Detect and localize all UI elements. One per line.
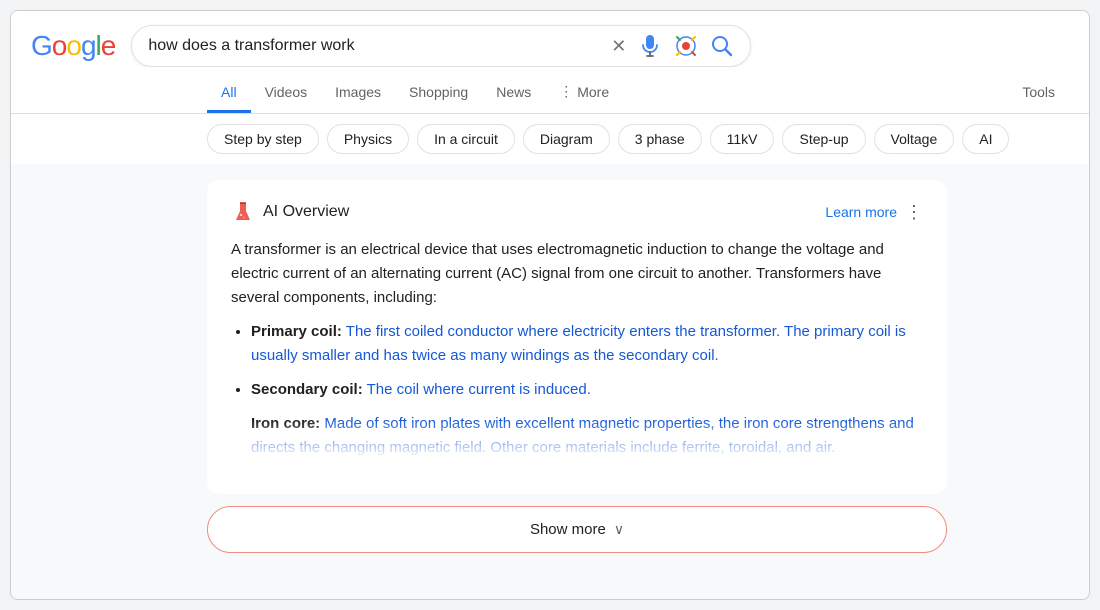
logo-letter-o1: o bbox=[52, 30, 67, 62]
chips-row: Step by step Physics In a circuit Diagra… bbox=[11, 114, 1089, 164]
ai-overview-label: AI Overview bbox=[263, 203, 349, 221]
clear-icon[interactable]: ✕ bbox=[611, 36, 626, 57]
chip-step-up[interactable]: Step-up bbox=[782, 124, 865, 154]
ai-intro-text: A transformer is an electrical device th… bbox=[231, 238, 923, 310]
list-item: Primary coil: The first coiled conductor… bbox=[251, 320, 923, 368]
ai-overview-body: A transformer is an electrical device th… bbox=[231, 238, 923, 460]
list-item: Iron core: Made of soft iron plates with… bbox=[251, 412, 923, 460]
term-primary-coil: Primary coil: bbox=[251, 323, 342, 340]
chip-physics[interactable]: Physics bbox=[327, 124, 409, 154]
logo-letter-g2: g bbox=[81, 30, 96, 62]
chip-diagram[interactable]: Diagram bbox=[523, 124, 610, 154]
mic-icon[interactable] bbox=[638, 34, 662, 58]
tab-videos[interactable]: Videos bbox=[251, 74, 322, 113]
more-dots-icon: ⋮ bbox=[559, 83, 573, 100]
tab-shopping[interactable]: Shopping bbox=[395, 74, 482, 113]
logo-letter-e: e bbox=[101, 30, 116, 62]
chip-voltage[interactable]: Voltage bbox=[874, 124, 955, 154]
tools-section: Tools bbox=[1008, 74, 1089, 113]
search-icon[interactable] bbox=[710, 34, 734, 58]
tab-tools[interactable]: Tools bbox=[1008, 74, 1069, 113]
definition-primary-coil: The first coiled conductor where electri… bbox=[251, 323, 906, 364]
nav-tabs: All Videos Images Shopping News ⋮ More T… bbox=[11, 67, 1089, 114]
ai-overview-title: AI Overview bbox=[231, 200, 349, 224]
ai-flask-icon bbox=[231, 200, 255, 224]
tab-images[interactable]: Images bbox=[321, 74, 395, 113]
ai-items-list: Primary coil: The first coiled conductor… bbox=[231, 320, 923, 460]
term-secondary-coil: Secondary coil: bbox=[251, 381, 363, 398]
tab-more-label: More bbox=[577, 84, 609, 100]
ai-overview-box: AI Overview Learn more ⋮ A transformer i… bbox=[207, 180, 947, 494]
show-more-button[interactable]: Show more ∨ bbox=[207, 506, 947, 553]
show-more-container: Show more ∨ bbox=[207, 506, 947, 553]
logo-letter-g: G bbox=[31, 30, 52, 62]
header: Google how does a transformer work ✕ bbox=[11, 11, 1089, 67]
chevron-down-icon: ∨ bbox=[614, 521, 624, 538]
content-area: AI Overview Learn more ⋮ A transformer i… bbox=[11, 164, 1089, 599]
more-options-icon[interactable]: ⋮ bbox=[905, 202, 923, 223]
show-more-label: Show more bbox=[530, 521, 606, 538]
fade-overlay bbox=[251, 420, 923, 460]
definition-secondary-coil: The coil where current is induced. bbox=[367, 381, 591, 398]
chip-step-by-step[interactable]: Step by step bbox=[207, 124, 319, 154]
search-bar: how does a transformer work ✕ bbox=[131, 25, 751, 67]
tab-all[interactable]: All bbox=[207, 74, 251, 113]
search-input[interactable]: how does a transformer work bbox=[148, 37, 603, 55]
chip-3-phase[interactable]: 3 phase bbox=[618, 124, 702, 154]
chip-in-a-circuit[interactable]: In a circuit bbox=[417, 124, 515, 154]
ai-overview-header: AI Overview Learn more ⋮ bbox=[231, 200, 923, 224]
learn-more-link[interactable]: Learn more bbox=[825, 204, 897, 220]
browser-frame: Google how does a transformer work ✕ bbox=[10, 10, 1090, 600]
logo-letter-o2: o bbox=[66, 30, 81, 62]
list-item: Secondary coil: The coil where current i… bbox=[251, 378, 923, 402]
ai-overview-actions: Learn more ⋮ bbox=[825, 202, 923, 223]
google-logo: Google bbox=[31, 30, 115, 62]
chip-11kv[interactable]: 11kV bbox=[710, 124, 775, 154]
tab-more[interactable]: ⋮ More bbox=[545, 73, 623, 113]
tab-news[interactable]: News bbox=[482, 74, 545, 113]
search-icons: ✕ bbox=[611, 34, 734, 58]
lens-icon[interactable] bbox=[674, 34, 698, 58]
chip-ai[interactable]: AI bbox=[962, 124, 1009, 154]
